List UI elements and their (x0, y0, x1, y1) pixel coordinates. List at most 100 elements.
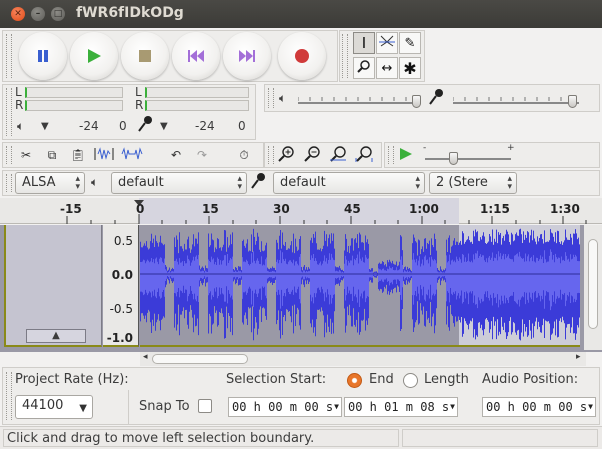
vertical-scrollbar[interactable] (584, 225, 602, 350)
collapse-track-button[interactable]: ▲ (26, 329, 86, 343)
copy-button[interactable]: ⧉ (41, 144, 63, 166)
amplitude-label: 0.0 (111, 268, 133, 282)
toolbar-grip[interactable] (388, 146, 394, 164)
selection-start-field[interactable]: 00 h 00 m 00 s ▼ (228, 397, 342, 417)
scroll-left-arrow-icon[interactable]: ◂ (143, 352, 148, 362)
minimize-window-button[interactable]: – (31, 7, 45, 21)
play-speed-slider[interactable] (425, 158, 511, 160)
playback-device-select[interactable]: default ▴ ▾ (111, 172, 247, 194)
redo-button[interactable]: ↷ (191, 144, 213, 166)
toolbar-grip[interactable] (268, 146, 274, 164)
trim-button[interactable] (93, 144, 115, 166)
stop-button[interactable] (121, 32, 169, 80)
undo-button[interactable]: ↶ (165, 144, 187, 166)
device-toolbar: ALSA ▴ ▾ 🔈︎ default ▴ ▾ default ▴ ▾ 2 (Ster… (2, 170, 600, 196)
play-meter-scale-min: -24 (195, 119, 215, 133)
zoom-in-button[interactable] (275, 144, 297, 166)
vertical-scroll-thumb[interactable] (588, 239, 598, 329)
play-meter-left-bar[interactable] (145, 87, 249, 98)
silence-button[interactable] (121, 144, 143, 166)
recording-channels-select[interactable]: 2 (Stere ▴ ▾ (429, 172, 517, 194)
zoom-toolbar (264, 142, 382, 168)
toolbar-grip[interactable] (342, 34, 348, 78)
status-message-pane: Click and drag to move left selection bo… (3, 429, 399, 447)
redo-icon: ↷ (196, 148, 208, 162)
zoom-tool-button[interactable] (353, 57, 375, 79)
toolbar-grip[interactable] (6, 372, 12, 420)
amplitude-label: 0.5 (113, 234, 133, 248)
horizontal-scrollbar[interactable]: ◂ ▸ (140, 352, 586, 366)
speaker-icon: 🔈︎ (17, 119, 25, 133)
rec-meter-scale-min: -24 (79, 119, 99, 133)
recording-volume-slider[interactable] (453, 102, 579, 104)
amplitude-label: -1.0 (106, 331, 133, 345)
double-arrow-icon: ↔ (381, 60, 393, 76)
toolbar-grip[interactable] (6, 88, 12, 136)
rec-meter-left-bar[interactable] (25, 87, 123, 98)
copy-icon: ⧉ (47, 147, 57, 162)
play-meter-menu-arrow-icon[interactable]: ▼ (160, 121, 168, 132)
playback-volume-slider[interactable] (298, 102, 418, 104)
record-button[interactable] (278, 32, 326, 80)
end-radio[interactable] (347, 373, 362, 388)
ruler-tick-label: 1:15 (480, 202, 510, 216)
cut-button[interactable]: ✂ (15, 144, 37, 166)
waveform (140, 228, 580, 341)
scroll-right-arrow-icon[interactable]: ▸ (576, 352, 581, 362)
recording-volume-thumb[interactable] (568, 95, 577, 108)
record-icon (278, 32, 326, 80)
horizontal-scroll-thumb[interactable] (152, 354, 248, 364)
sync-lock-button[interactable]: ⏱︎ (233, 144, 255, 166)
audio-position-label: Audio Position: (482, 372, 579, 387)
end-label: End (369, 372, 394, 387)
project-rate-select[interactable]: 44100 ▼ (15, 395, 93, 419)
toolbar-grip[interactable] (6, 174, 12, 192)
zoom-out-button[interactable] (301, 144, 323, 166)
skip-to-end-button[interactable] (223, 32, 271, 80)
rec-meter-menu-arrow-icon[interactable]: ▼ (41, 121, 49, 132)
selection-tool-button[interactable]: I (353, 32, 375, 54)
draw-tool-button[interactable]: ✎ (399, 32, 421, 54)
close-window-button[interactable]: ✕ (11, 7, 25, 21)
waveform-display[interactable] (140, 225, 580, 347)
tools-toolbar: I ✎ ↔ ✱ (339, 30, 425, 82)
pause-button[interactable] (19, 32, 67, 80)
timeline-ruler[interactable]: -15 0 15 30 45 1:00 1:15 1:30 (0, 198, 602, 224)
dropdown-arrow-icon: ▼ (79, 403, 87, 414)
toolbar-grip[interactable] (6, 146, 12, 164)
playback-volume-ticks (297, 92, 419, 101)
time-shift-tool-button[interactable]: ↔ (376, 57, 398, 79)
multi-tool-button[interactable]: ✱ (399, 57, 421, 79)
fit-project-button[interactable] (353, 144, 375, 166)
play-button[interactable] (70, 32, 118, 80)
play-speed-thumb[interactable] (449, 152, 458, 165)
length-radio[interactable] (403, 373, 418, 388)
play-meter-right-label: R (135, 98, 144, 112)
paste-button[interactable]: 📋︎ (67, 144, 89, 166)
toolbar-grip[interactable] (6, 34, 12, 78)
play-at-speed-button[interactable] (395, 144, 417, 166)
i-beam-icon: I (361, 34, 367, 52)
fit-selection-button[interactable] (327, 144, 349, 166)
audio-position-field[interactable]: 00 h 00 m 00 s ▼ (482, 397, 596, 417)
track-control-panel[interactable]: ▲ (4, 225, 102, 347)
envelope-tool-button[interactable] (376, 32, 398, 54)
recording-device-select[interactable]: default ▴ ▾ (273, 172, 425, 194)
selection-end-field[interactable]: 00 h 01 m 08 s ▼ (344, 397, 458, 417)
audio-host-value: ALSA (22, 175, 56, 190)
toolbar-grip[interactable] (268, 88, 274, 108)
vertical-ruler[interactable]: 0.5 0.0 -0.5 -1.0 (103, 225, 139, 347)
skip-to-start-button[interactable] (172, 32, 220, 80)
playback-device-value: default (118, 175, 164, 190)
rec-meter-right-bar[interactable] (25, 100, 123, 111)
audio-host-select[interactable]: ALSA ▴ ▾ (15, 172, 85, 194)
maximize-window-button[interactable]: □ (51, 7, 65, 21)
selection-end-value: 00 h 01 m 08 s (348, 400, 450, 414)
playback-volume-thumb[interactable] (412, 95, 421, 108)
play-meter-right-bar[interactable] (145, 100, 249, 111)
snap-to-checkbox[interactable] (198, 399, 212, 413)
envelope-icon (379, 34, 395, 52)
stop-icon (121, 32, 169, 80)
fit-selection-icon (329, 145, 347, 165)
dropdown-arrow-icon: ▼ (588, 402, 593, 411)
